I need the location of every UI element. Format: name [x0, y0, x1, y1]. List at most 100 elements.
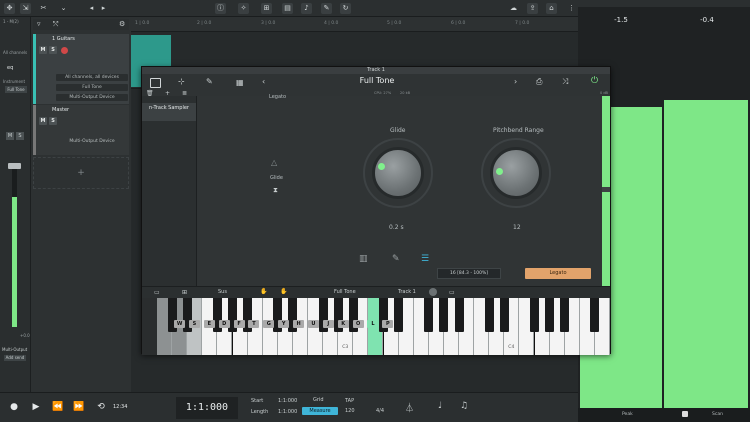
next-preset-icon[interactable]: › [514, 77, 517, 86]
dropdown-chevron-icon[interactable]: ⌄ [58, 3, 69, 14]
tuner-note-icon[interactable]: ♩ [438, 401, 442, 411]
plugin-window[interactable]: Track 1 ⊹ ✎ ▦ ‹ Full Tone › ⎙ ⤨ ⏻ CPU: 2… [141, 66, 611, 355]
strip-solo-button[interactable]: S [16, 132, 24, 140]
edit-view-icon[interactable]: ✎ [392, 254, 400, 264]
add-track-button[interactable]: + [33, 157, 129, 189]
black-key[interactable] [439, 298, 449, 332]
keyboard-view-icon[interactable]: ▥ [359, 254, 368, 264]
strip-eq-label[interactable]: eq [7, 65, 13, 71]
start-value[interactable]: 1:1:000 [278, 398, 297, 404]
metronome-mini-readout[interactable]: 12:34 [113, 401, 127, 413]
master-mute-button[interactable]: M [39, 117, 47, 125]
track-input-select[interactable]: All channels, all devices [56, 74, 128, 81]
filter-icon[interactable]: ▿ [37, 20, 41, 28]
plugin-routing-icon[interactable]: ⊹ [178, 77, 185, 86]
black-key[interactable] [545, 298, 555, 332]
track-name[interactable]: 1 Guitars [52, 36, 75, 42]
trim-tool-icon[interactable]: ⇲ [20, 3, 31, 14]
black-key[interactable] [484, 298, 494, 332]
refresh-icon[interactable]: ↻ [340, 3, 351, 14]
black-key[interactable] [424, 298, 434, 332]
hand-left-icon[interactable]: ✋ [260, 288, 267, 295]
sampler-slot[interactable]: n-Track Sampler [142, 103, 196, 121]
piano-icon[interactable]: ▦ [236, 78, 244, 87]
plugin-window-title[interactable]: Track 1 [142, 67, 610, 74]
prev-preset-icon[interactable]: ‹ [262, 77, 265, 86]
track-output-select[interactable]: Multi-Output Device [56, 94, 128, 101]
glide-knob[interactable] [372, 147, 424, 199]
bpm-value[interactable]: 120 [345, 408, 355, 414]
strip-fader-handle[interactable] [8, 163, 21, 169]
length-value[interactable]: 1:1:000 [278, 409, 297, 415]
velocity-range-field[interactable]: 16 [84.3 - 100%] [437, 268, 501, 279]
loop-button[interactable]: ⟲ [95, 401, 107, 413]
black-key[interactable] [590, 298, 600, 332]
scan-label[interactable]: Scan [712, 412, 723, 417]
legato-button[interactable]: Legato [525, 268, 591, 279]
meter-toggle-icon[interactable] [682, 411, 688, 417]
edit-pencil-icon[interactable]: ✎ [206, 77, 213, 86]
hourglass-icon[interactable]: ⧗ [273, 186, 278, 195]
sus-label[interactable]: Sus [218, 289, 227, 295]
record-arm-icon[interactable] [61, 47, 68, 54]
timeline-ruler[interactable]: 1 | 0.0 2 | 0.0 3 | 0.0 4 | 0.0 5 | 0.0 … [131, 17, 578, 32]
fast-forward-button[interactable]: ⏩ [73, 401, 85, 413]
grid-select[interactable]: Measure [302, 407, 338, 415]
position-display[interactable]: 1:1:000 [176, 397, 238, 419]
kb-range-icon[interactable]: ▭ [449, 289, 455, 296]
strip-add-send[interactable]: Add send [4, 355, 26, 361]
save-preset-icon[interactable]: ⎙ [536, 77, 542, 87]
nudge-right-icon[interactable]: ▸ [98, 3, 109, 14]
kb-menu-icon[interactable]: ▭ [154, 289, 160, 296]
peak-label[interactable]: Peak [622, 412, 633, 417]
scissors-icon[interactable]: ✂ [38, 3, 49, 14]
add-plugin-icon[interactable]: + [165, 90, 170, 97]
power-icon[interactable]: ⏻ [591, 76, 598, 86]
track-solo-button[interactable]: S [49, 46, 57, 54]
info-icon[interactable]: ⓘ [215, 3, 226, 14]
kb-layout-icon[interactable]: ⊞ [182, 289, 187, 296]
track-master[interactable]: Master M S Multi-Output Device [33, 105, 129, 155]
piano-keyboard[interactable]: W S E D F T G Y H U J K O L P C3 C4 [157, 298, 610, 355]
metronome-icon[interactable]: ⏃ [405, 401, 414, 414]
black-key[interactable] [499, 298, 509, 332]
mixer-icon[interactable]: ▤ [282, 3, 293, 14]
pen-icon[interactable]: ✎ [321, 3, 332, 14]
move-tool-icon[interactable]: ✥ [4, 3, 15, 14]
master-output-label[interactable]: Multi-Output Device [56, 139, 128, 144]
nudge-left-icon[interactable]: ◂ [86, 3, 97, 14]
master-solo-button[interactable]: S [49, 117, 57, 125]
track-settings-gear-icon[interactable]: ⚙ [119, 20, 125, 28]
loop-grid-icon[interactable]: ⊞ [261, 3, 272, 14]
plugin-list-icon[interactable]: ≣ [182, 90, 187, 97]
black-key[interactable] [560, 298, 570, 332]
master-track-name[interactable]: Master [52, 107, 69, 113]
cloud-icon[interactable]: ☁ [508, 3, 519, 14]
plugin-side-scroll-handle[interactable] [602, 187, 610, 192]
track-instrument-select[interactable]: Full Tone [56, 84, 128, 91]
more-icon[interactable]: ⋮ [566, 3, 577, 14]
sliders-view-icon[interactable]: ☰ [421, 254, 429, 264]
mixer-knob-icon[interactable]: ♫ [460, 401, 468, 411]
strip-multi-output[interactable]: Multi-Output [2, 347, 27, 352]
record-button[interactable]: ● [8, 401, 20, 413]
strip-full-tone-slot[interactable]: Full Tone [5, 86, 27, 93]
home-icon[interactable]: ⌂ [546, 3, 557, 14]
routing-icon[interactable]: ⤲ [53, 20, 59, 29]
black-key[interactable] [394, 298, 404, 332]
rewind-button[interactable]: ⏪ [52, 401, 64, 413]
track-guitars[interactable]: 1 Guitars M S All channels, all devices … [33, 34, 129, 104]
tuner-icon[interactable]: ♪ [301, 3, 312, 14]
time-signature[interactable]: 4/4 [376, 408, 384, 414]
black-key[interactable] [454, 298, 464, 332]
black-key[interactable] [530, 298, 539, 332]
preset-name[interactable]: Full Tone [322, 76, 432, 85]
track-mute-button[interactable]: M [39, 46, 47, 54]
play-button[interactable]: ▶ [30, 401, 42, 413]
trash-icon[interactable]: 🗑 [146, 90, 154, 97]
sidebar-toggle-icon[interactable] [150, 78, 161, 88]
strip-mute-button[interactable]: M [6, 132, 14, 140]
kb-octave-dial-icon[interactable] [429, 288, 437, 296]
hand-right-icon[interactable]: ✋ [280, 288, 287, 295]
plugin-route-out-icon[interactable]: ⤨ [562, 77, 568, 87]
